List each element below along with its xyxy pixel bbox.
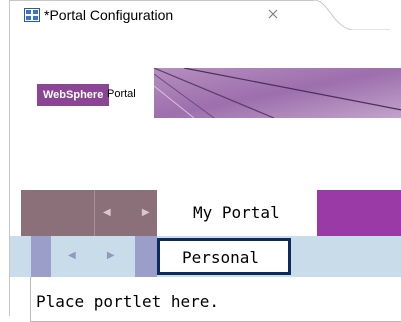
portal-configuration-icon [24,8,40,22]
nav1-scroll-arrows[interactable]: ◀ ▶ [103,207,164,218]
editor-tab-portal-configuration[interactable]: *Portal Configuration [9,0,314,30]
nav1-accent [317,190,401,236]
page-navigation: ◀ ▶ Personal [10,236,401,277]
nav1-spacer [21,190,94,236]
portal-editor-canvas: WebSphere Portal ◀ ▶ My Portal ◀ ▶ Perso… [9,30,401,322]
tab-my-portal[interactable]: My Portal [193,203,280,222]
top-navigation: ◀ ▶ My Portal [10,190,401,236]
nav2-spacer [31,236,51,277]
banner-graphic [154,68,401,118]
nav2-scroll-arrows[interactable]: ◀ ▶ [68,250,129,261]
close-icon[interactable] [266,7,280,21]
nav2-divider [135,236,157,277]
portlet-placeholder-text: Place portlet here. [36,292,220,311]
editor-tab-title: *Portal Configuration [44,7,174,23]
logo-product-name: Portal [107,88,136,100]
tab-personal-label[interactable]: Personal [182,248,259,267]
websphere-logo: WebSphere [37,84,110,106]
editor-tabstrip: *Portal Configuration [0,0,401,36]
